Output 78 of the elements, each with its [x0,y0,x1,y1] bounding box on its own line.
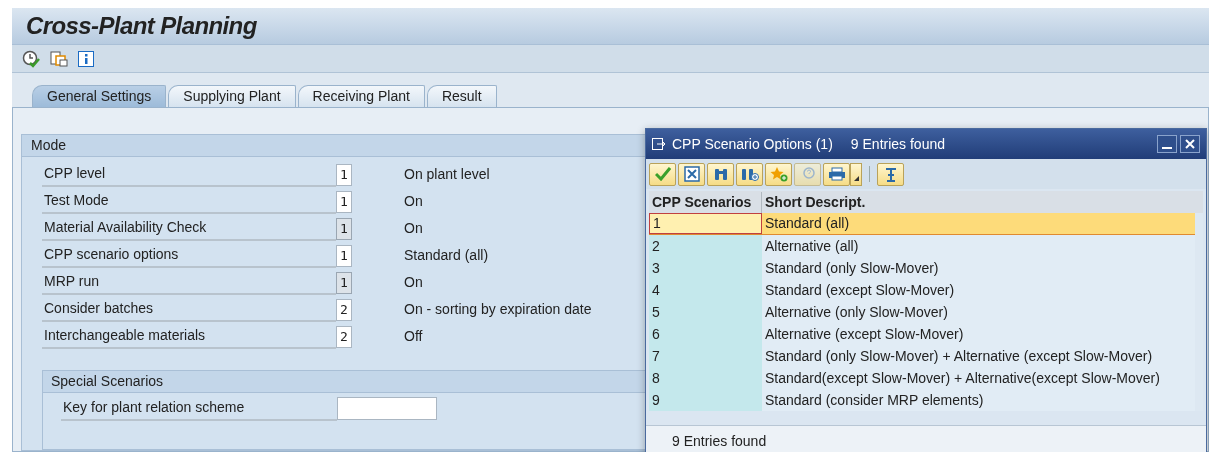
execute-clock-icon[interactable] [22,49,40,68]
dialog-icon [652,138,666,150]
field-label: Key for plant relation scheme [63,397,245,417]
tab[interactable]: General Settings [32,85,167,107]
close-button[interactable] [1180,135,1200,153]
field-description: On [404,273,423,292]
list-row[interactable]: 5 Alternative (only Slow-Mover) [649,301,1195,323]
input-field[interactable]: 1 [336,244,352,267]
close-icon [1185,139,1195,149]
cancel-button[interactable] [678,162,705,186]
table-cell-text: Standard (except Slow-Mover) [764,280,955,300]
field-description: On - sorting by expiration date [404,300,592,319]
tab[interactable]: Result [426,85,497,107]
status-text: 9 Entries found [672,432,767,451]
table-cell: 6 [649,323,762,345]
table-cell-text: Standard (only Slow-Mover) + Alternative (except Slow-Mover) [764,346,1153,366]
field-label: Test Mode [44,191,109,210]
table-cell-text: Standard (consider MRP elements) [764,390,984,410]
checkmark-icon [654,167,671,181]
table-cell: 4 [649,279,762,301]
copy-icon[interactable] [50,49,68,68]
list-row[interactable]: 4 Standard (except Slow-Mover) [649,279,1195,301]
table-cell-text: Standard (all) [764,214,850,233]
table-cell-text: Alternative (except Slow-Mover) [764,324,964,344]
binoculars-plus-icon[interactable] [736,162,763,186]
list-row[interactable]: 2 Alternative (all) [649,235,1195,257]
window-title: Cross-Plant Planning [26,11,257,41]
input-field[interactable]: 2 [336,298,352,321]
field-description: On [404,219,423,238]
cancel-icon [683,166,700,182]
input-field[interactable]: 1 [336,163,352,186]
confirm-button[interactable] [649,162,676,186]
table-cell-text: Alternative (all) [764,236,859,256]
field-label: Interchangeable materials [44,326,206,345]
list-row[interactable]: 9 Standard (consider MRP elements) [649,389,1195,411]
list-row[interactable]: 7 Standard (only Slow-Mover) + Alternative (except Slow-Mover) [649,345,1195,367]
list-row[interactable]: 8 Standard(except Slow-Mover) + Alternative(except Slow-Mover) [649,367,1195,389]
field-description: On [404,192,423,211]
column-header[interactable]: CPP Scenarios [649,191,762,213]
table-cell: 1 [649,213,762,234]
entries-count: 9 Entries found [850,134,945,154]
star-add-icon[interactable] [765,162,792,186]
table-cell-text: Standard (only Slow-Mover) [764,258,939,278]
group-title: Special Scenarios [51,372,164,391]
field-label: CPP scenario options [44,245,179,264]
table-cell: 7 [649,345,762,367]
table-cell: 9 [649,389,762,411]
table-cell-text: Standard(except Slow-Mover) + Alternative(except Slow-Mover) [764,368,1160,388]
dropdown-caret-icon[interactable] [850,162,862,186]
minimize-button[interactable] [1157,135,1177,153]
pin-icon[interactable] [877,162,904,186]
field-description: Off [404,327,423,346]
field-description: Standard (all) [404,246,489,265]
tab[interactable]: Receiving Plant [297,85,425,107]
dialog-title: CPP Scenario Options (1) [672,134,833,154]
tab[interactable]: Supplying Plant [168,85,296,107]
field-label: MRP run [44,272,99,291]
field-label: Material Availability Check [44,218,207,237]
table-cell-text: Alternative (only Slow-Mover) [764,302,948,322]
table-cell: 2 [649,235,762,257]
column-header[interactable]: Short Descript. [762,191,866,213]
list-row[interactable]: 1 Standard (all) [649,213,1195,235]
input-field[interactable]: 1 [336,190,352,213]
field-description: On plant level [404,165,490,184]
list-row[interactable]: 6 Alternative (except Slow-Mover) [649,323,1195,345]
table-cell: 5 [649,301,762,323]
info-icon[interactable] [78,50,94,67]
print-icon[interactable] [823,162,850,186]
table-cell: 8 [649,367,762,389]
table-cell: 3 [649,257,762,279]
input-field[interactable]: 2 [336,325,352,348]
field-label: Consider batches [44,299,153,318]
input-field[interactable] [337,396,437,420]
group-title: Mode [31,136,67,155]
binoculars-icon[interactable] [707,162,734,186]
list-row[interactable]: 3 Standard (only Slow-Mover) [649,257,1195,279]
minimize-icon [1162,147,1172,149]
field-label: CPP level [44,164,106,183]
